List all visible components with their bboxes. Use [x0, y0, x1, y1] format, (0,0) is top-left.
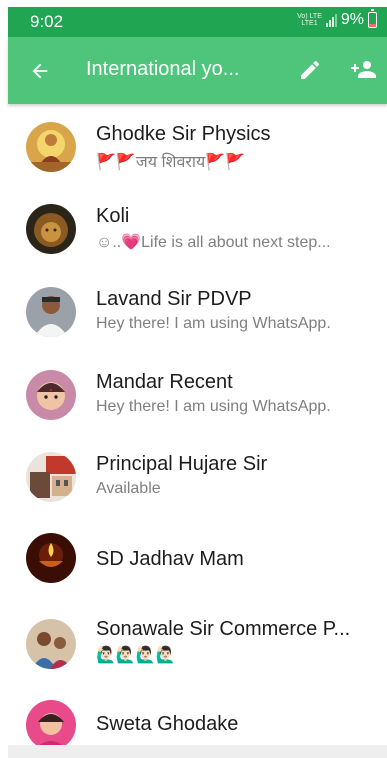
contact-about: ☺..💗Life is all about next step... [96, 234, 331, 251]
app-bar: International yo... [8, 37, 387, 104]
contact-about: Hey there! I am using WhatsApp. [96, 315, 331, 332]
contact-name: Sonawale Sir Commerce P... [96, 618, 351, 640]
avatar[interactable] [26, 619, 76, 669]
avatar[interactable] [26, 370, 76, 420]
group-title[interactable]: International yo... [86, 58, 286, 81]
avatar[interactable] [26, 452, 76, 502]
contact-row[interactable]: Lavand Sir PDVP Hey there! I am using Wh… [8, 269, 387, 351]
status-indicators: Vo) LTE LTE1 9% [297, 9, 377, 29]
status-time: 9:02 [30, 12, 64, 31]
battery-icon [368, 9, 377, 28]
pencil-icon [301, 60, 320, 79]
edit-button[interactable] [295, 55, 325, 85]
avatar[interactable] [26, 700, 76, 750]
add-participant-button[interactable] [347, 55, 381, 85]
avatar[interactable] [26, 204, 76, 254]
battery-percent: 9% [340, 11, 364, 28]
avatar[interactable] [26, 533, 76, 583]
network-indicator: Vo) LTE LTE1 [297, 13, 322, 27]
contact-name: Lavand Sir PDVP [96, 288, 252, 310]
lion-avatar [26, 204, 76, 254]
contact-name: SD Jadhav Mam [96, 548, 244, 570]
back-arrow-icon [32, 63, 48, 79]
contact-about: 🙋🏻‍♂️🙋🏻‍♂️🙋🏻‍♂️🙋🏻‍♂️ [96, 647, 176, 664]
network-label: Vo) LTE [297, 13, 322, 20]
contact-name: Ghodke Sir Physics [96, 123, 271, 145]
contact-about: 🚩🚩जय शिवराय🚩🚩 [96, 154, 246, 171]
network-sub-label: LTE1 [301, 20, 318, 27]
avatar[interactable] [26, 287, 76, 337]
shivaji-painting-avatar [26, 122, 76, 172]
back-button[interactable] [26, 57, 54, 85]
baby-avatar [26, 370, 76, 420]
status-bar: 9:02 Vo) LTE LTE1 9% [8, 7, 387, 37]
contact-about: Hey there! I am using WhatsApp. [96, 398, 331, 415]
contact-name: Sweta Ghodake [96, 713, 239, 735]
contact-name: Koli [96, 205, 130, 227]
building-avatar [26, 452, 76, 502]
contact-row[interactable]: Principal Hujare Sir Available [8, 434, 387, 516]
contact-row[interactable]: SD Jadhav Mam [8, 517, 387, 599]
signal-icon [325, 13, 337, 27]
contact-row[interactable]: Koli ☺..💗Life is all about next step... [8, 186, 387, 268]
contact-row[interactable]: Sweta Ghodake [8, 682, 387, 750]
contact-name: Principal Hujare Sir [96, 453, 268, 475]
avatar[interactable] [26, 122, 76, 172]
screen: 9:02 Vo) LTE LTE1 9% International yo... [0, 0, 387, 758]
contact-row[interactable]: Mandar Recent Hey there! I am using What… [8, 352, 387, 434]
add-contact-icon [351, 61, 376, 78]
contact-row[interactable]: Sonawale Sir Commerce P... 🙋🏻‍♂️🙋🏻‍♂️🙋🏻‍… [8, 599, 387, 681]
girl-pink-avatar [26, 700, 76, 750]
navigation-bar [8, 745, 387, 758]
contact-about: Available [96, 480, 161, 497]
man-white-shirt-avatar [26, 287, 76, 337]
diya-lamp-avatar [26, 533, 76, 583]
contact-name: Mandar Recent [96, 371, 233, 393]
couple-avatar [26, 619, 76, 669]
contact-row[interactable]: Ghodke Sir Physics 🚩🚩जय शिवराय🚩🚩 [8, 104, 387, 186]
